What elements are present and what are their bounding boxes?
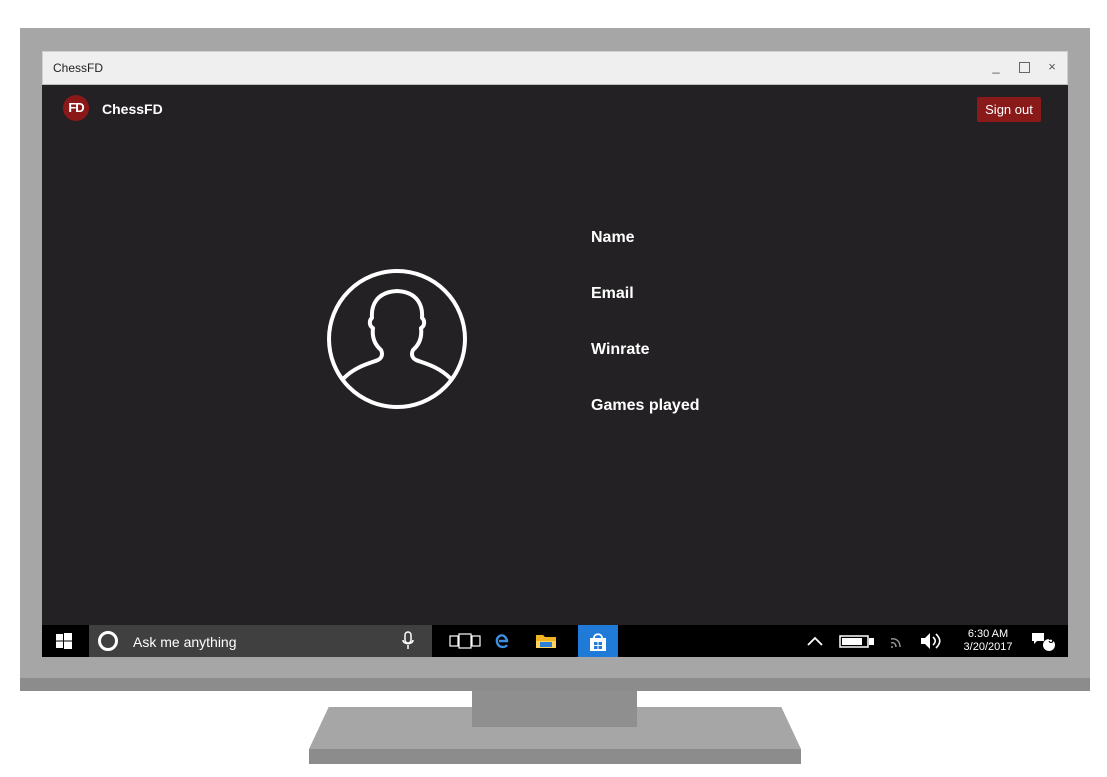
notification-count-badge: 5 [1048,635,1054,646]
logo-text: FD [68,100,84,115]
email-field-label: Email [591,285,634,302]
winrate-field-label: Winrate [591,341,650,358]
maximize-icon [1018,62,1030,73]
games-played-field-label: Games played [591,397,700,414]
window-title: ChessFD [53,61,104,75]
cortana-icon [98,631,118,651]
monitor-chin [20,678,1090,691]
app-name: ChessFD [102,101,163,117]
sign-out-button[interactable]: Sign out [977,97,1041,122]
store-bag-icon [590,633,606,651]
taskbar-search-box[interactable]: Ask me anything [89,625,432,657]
task-view-icon[interactable] [449,632,483,650]
taskbar: Ask me anything 6:30 AM 3/20/2017 5 [42,625,1068,657]
wifi-icon[interactable] [888,632,906,650]
minimize-button[interactable]: _ [989,59,1003,75]
user-avatar-icon [327,269,467,409]
screen: ChessFD _ × FD ChessFD Sign out Name Ema… [42,51,1068,657]
app-header: FD ChessFD Sign out [42,84,1068,136]
close-button[interactable]: × [1045,59,1059,75]
name-field-label: Name [591,229,635,246]
chessfd-logo: FD [63,95,89,121]
search-placeholder: Ask me anything [133,634,237,650]
monitor-stand-edge [309,749,801,764]
monitor-stand-neck [472,691,637,727]
store-app-button[interactable] [578,625,618,657]
window-titlebar[interactable]: ChessFD _ × [42,51,1068,85]
microphone-icon[interactable] [402,631,414,651]
windows-start-icon[interactable] [56,633,72,649]
taskbar-clock[interactable]: 6:30 AM 3/20/2017 [956,628,1020,654]
edge-browser-icon[interactable] [495,632,509,650]
file-explorer-icon[interactable] [535,632,557,650]
battery-icon[interactable] [839,632,877,650]
clock-date: 3/20/2017 [963,641,1013,653]
profile-fields: Name Email Winrate Games played [591,228,700,452]
chevron-up-icon[interactable] [806,632,824,650]
volume-icon[interactable] [920,632,944,650]
clock-time: 6:30 AM [967,628,1009,640]
maximize-button[interactable] [1017,59,1031,75]
window-controls: _ × [989,59,1059,75]
